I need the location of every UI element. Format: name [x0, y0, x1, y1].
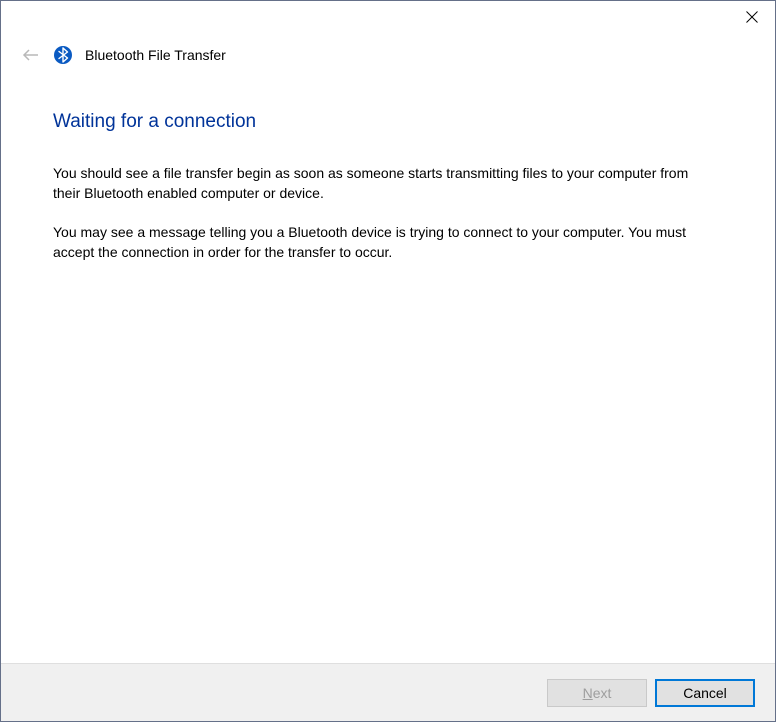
instruction-text-2: You may see a message telling you a Blue… — [53, 222, 693, 263]
cancel-button[interactable]: Cancel — [655, 679, 755, 707]
close-button[interactable] — [729, 1, 775, 33]
header-row: Bluetooth File Transfer — [1, 37, 775, 73]
back-button — [21, 45, 41, 65]
page-heading: Waiting for a connection — [53, 111, 723, 133]
wizard-title: Bluetooth File Transfer — [85, 47, 226, 63]
instruction-text-1: You should see a file transfer begin as … — [53, 163, 693, 204]
next-button: Next — [547, 679, 647, 707]
back-arrow-icon — [21, 45, 41, 65]
wizard-window: Bluetooth File Transfer Waiting for a co… — [0, 0, 776, 722]
content-area: Waiting for a connection You should see … — [1, 73, 775, 663]
bluetooth-icon — [53, 45, 73, 65]
wizard-footer: Next Cancel — [1, 663, 775, 721]
titlebar — [1, 1, 775, 37]
close-icon — [746, 11, 758, 23]
